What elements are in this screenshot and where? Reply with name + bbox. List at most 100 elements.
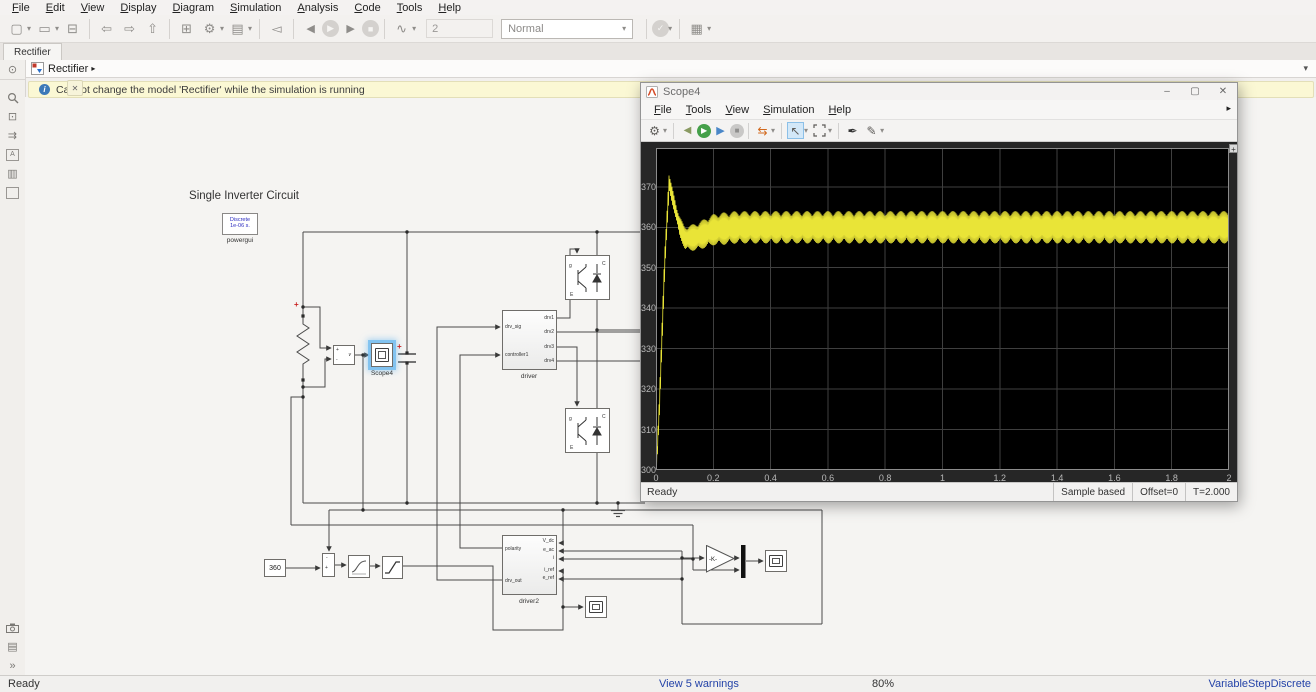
- scope-menu-simulation[interactable]: Simulation: [756, 104, 821, 116]
- breadcrumb-dropdown-icon[interactable]: ▾: [1303, 63, 1308, 74]
- menu-simulation[interactable]: Simulation: [222, 2, 289, 14]
- scope-menu-view[interactable]: View: [718, 104, 756, 116]
- ground-symbol[interactable]: [611, 509, 625, 518]
- scope-plot[interactable]: [656, 148, 1229, 470]
- save-model-icon[interactable]: ⊟: [62, 18, 83, 39]
- menu-overflow-icon[interactable]: ▸: [1226, 103, 1231, 114]
- zoom-icon[interactable]: [0, 88, 25, 107]
- span-signals-icon[interactable]: [811, 122, 828, 139]
- highlight-icon[interactable]: ◅: [266, 18, 287, 39]
- signal-style-icon[interactable]: ✒: [844, 122, 861, 139]
- menu-diagram[interactable]: Diagram: [164, 2, 222, 14]
- annotations-pencil-icon[interactable]: ✎: [863, 122, 880, 139]
- saturation-block[interactable]: [382, 556, 403, 579]
- scope2-block[interactable]: [765, 550, 787, 572]
- axes-expand-icon[interactable]: +: [1229, 144, 1238, 154]
- saturation-icon: [385, 561, 400, 574]
- sim-stop-time-field[interactable]: 2: [426, 19, 494, 38]
- sum-top-sign: -: [326, 555, 328, 561]
- new-model-icon[interactable]: ▢: [6, 18, 27, 39]
- scope-menu-file[interactable]: File: [647, 104, 679, 116]
- scope-titlebar[interactable]: Scope4 – ▢ ✕: [641, 83, 1237, 100]
- scope-stop-icon[interactable]: ■: [730, 123, 745, 138]
- view-warnings-link[interactable]: View 5 warnings: [659, 678, 739, 690]
- constant-block[interactable]: 360: [264, 559, 286, 577]
- scope-step-back-icon[interactable]: ◀: [679, 122, 696, 139]
- fit-to-view-icon[interactable]: ⊡: [0, 107, 25, 126]
- library-browser-icon[interactable]: ⊞: [176, 18, 197, 39]
- model-config-gear-icon[interactable]: ⚙: [199, 18, 220, 39]
- solver-link[interactable]: VariableStepDiscrete: [1208, 678, 1311, 690]
- sim-mode-select[interactable]: Normal ▾: [501, 18, 634, 39]
- menu-tools[interactable]: Tools: [389, 2, 431, 14]
- run-icon[interactable]: ▶: [322, 20, 340, 37]
- breadcrumb-arrow-icon: ▸: [91, 64, 96, 73]
- close-icon[interactable]: ✕: [1209, 84, 1237, 100]
- scope-screen-icon: [589, 601, 603, 613]
- breadcrumb: Rectifier ▸ ▾: [25, 60, 1316, 78]
- cursor-measurements-icon[interactable]: ↖: [787, 122, 805, 139]
- stop-icon[interactable]: ■: [362, 20, 380, 37]
- annotation-glyph: A: [6, 148, 19, 161]
- step-back-icon[interactable]: ◀: [300, 18, 321, 39]
- board-grid-icon[interactable]: ▦: [686, 18, 707, 39]
- update-diagram-icon[interactable]: ✓: [652, 20, 670, 37]
- powergui-block[interactable]: Discrete 1e-06 s.: [222, 213, 258, 235]
- sum-block[interactable]: - +: [322, 553, 335, 577]
- scope-trigger-icon[interactable]: ⇆: [754, 122, 771, 139]
- x-tick-label: 1.8: [1165, 473, 1178, 483]
- breadcrumb-model-name[interactable]: Rectifier: [48, 63, 88, 75]
- diagram-title[interactable]: Single Inverter Circuit: [144, 190, 344, 202]
- dropdown-icon: ▾: [880, 126, 885, 135]
- scope-run-icon[interactable]: ▶: [697, 123, 712, 138]
- banner-close-icon[interactable]: ✕: [67, 80, 83, 96]
- signal-flow-icon[interactable]: ⇉: [0, 126, 25, 145]
- capacitor-symbol[interactable]: [398, 353, 416, 363]
- model-data-icon[interactable]: ▤: [227, 18, 248, 39]
- tab-rectifier[interactable]: Rectifier: [3, 43, 62, 60]
- driver2-block[interactable]: polarity drv_out V_dc e_ac i i_ref e_ref: [502, 535, 557, 595]
- scope4-block[interactable]: [371, 343, 393, 367]
- driver-block[interactable]: drv_sig controller1 drv1 drv2 drv3 drv4: [502, 310, 557, 370]
- menu-display[interactable]: Display: [112, 2, 164, 14]
- menu-help[interactable]: Help: [430, 2, 469, 14]
- menu-file[interactable]: File: [4, 2, 38, 14]
- forward-icon[interactable]: ⇨: [119, 18, 140, 39]
- driver2-label: driver2: [519, 598, 539, 605]
- igbt2-block[interactable]: g C E: [565, 408, 610, 453]
- scope3-block[interactable]: [585, 596, 607, 618]
- image-annotation-icon[interactable]: ▥: [0, 164, 25, 183]
- driver2-port-drv-out: drv_out: [505, 578, 522, 584]
- minimize-icon[interactable]: –: [1153, 84, 1181, 100]
- area-box-icon[interactable]: [0, 183, 25, 202]
- menu-analysis[interactable]: Analysis: [289, 2, 346, 14]
- dropdown-icon: ▾: [668, 24, 673, 33]
- menu-code[interactable]: Code: [346, 2, 388, 14]
- back-icon[interactable]: ⇦: [96, 18, 117, 39]
- resistor-symbol[interactable]: [296, 316, 310, 380]
- model-data-editor-icon[interactable]: ▤: [0, 637, 25, 656]
- igbt1-block[interactable]: g C E: [565, 255, 610, 300]
- scope-step-forward-icon[interactable]: ▶: [712, 122, 729, 139]
- step-forward-icon[interactable]: ▶: [340, 18, 361, 39]
- screenshot-icon[interactable]: [0, 618, 25, 637]
- status-ready: Ready: [8, 678, 40, 690]
- open-model-icon[interactable]: ▭: [34, 18, 55, 39]
- annotation-icon[interactable]: A: [0, 145, 25, 164]
- collapse-sidebar-icon[interactable]: »: [0, 656, 25, 675]
- simulation-display-icon[interactable]: ∿: [391, 18, 412, 39]
- scope-menu-tools[interactable]: Tools: [679, 104, 719, 116]
- up-to-parent-icon[interactable]: ⇧: [142, 18, 163, 39]
- scope-settings-gear-icon[interactable]: ⚙: [646, 122, 663, 139]
- voltage-measurement-block[interactable]: + - v: [333, 345, 355, 365]
- menu-view[interactable]: View: [73, 2, 113, 14]
- gain-block[interactable]: -K-: [706, 545, 736, 573]
- pi-controller-block[interactable]: [348, 555, 370, 578]
- scope-menu-help[interactable]: Help: [821, 104, 858, 116]
- mux-block[interactable]: [741, 545, 746, 578]
- scope-status-ready: Ready: [647, 486, 678, 498]
- explorer-toggle-icon[interactable]: ⊙: [0, 60, 25, 80]
- scope-plot-area[interactable]: 300 310 320 330 340 350 360 370 0 0.2 0.4 0.6 0.8 1 1…: [641, 142, 1238, 483]
- maximize-icon[interactable]: ▢: [1181, 84, 1209, 100]
- menu-edit[interactable]: Edit: [38, 2, 73, 14]
